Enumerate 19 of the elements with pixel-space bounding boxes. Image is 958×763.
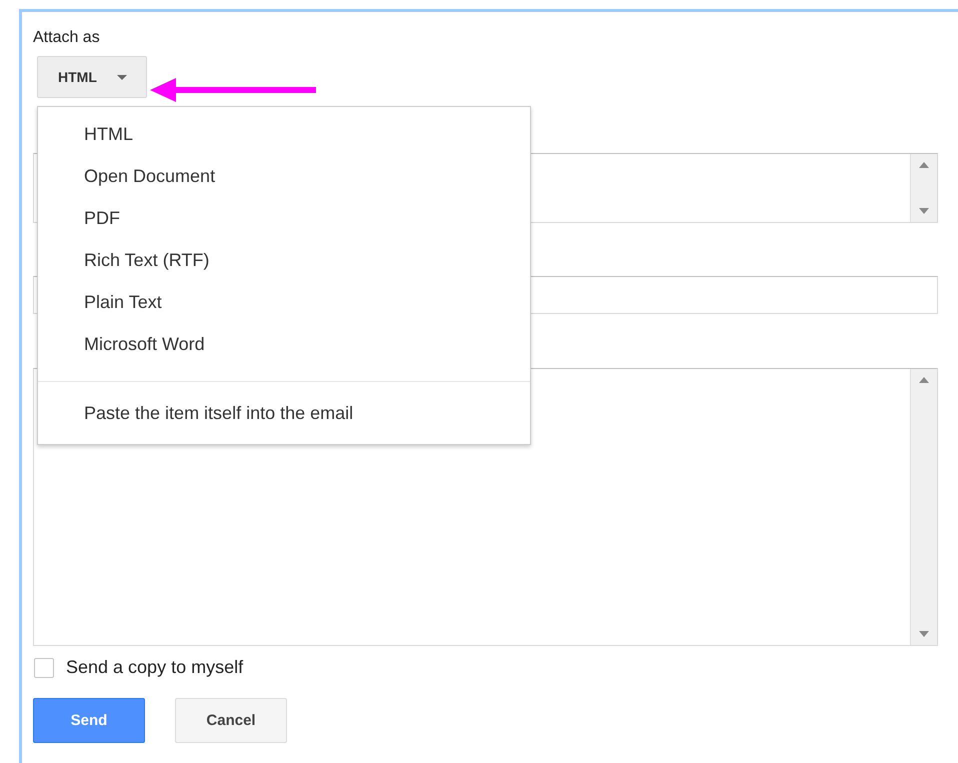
menu-item[interactable]: Paste the item itself into the email — [38, 392, 530, 434]
menu-item[interactable]: PDF — [38, 197, 530, 239]
cancel-button[interactable]: Cancel — [175, 698, 287, 743]
menu-item[interactable]: Plain Text — [38, 281, 530, 323]
menu-item[interactable]: Open Document — [38, 155, 530, 197]
caret-icon — [116, 74, 127, 80]
scrollbar[interactable] — [910, 369, 937, 645]
checkbox[interactable] — [34, 658, 54, 678]
menu-item[interactable]: Microsoft Word — [38, 323, 530, 365]
scroll-down-icon[interactable] — [919, 208, 929, 214]
menu-item[interactable]: HTML — [38, 113, 530, 155]
attach-as-label: Attach as — [33, 28, 101, 48]
format-dropdown[interactable]: HTML — [37, 56, 147, 98]
scroll-up-icon[interactable] — [919, 377, 929, 383]
send-copy-label: Send a copy to myself — [66, 657, 244, 678]
menu-item[interactable]: Rich Text (RTF) — [38, 239, 530, 281]
scroll-down-icon[interactable] — [919, 631, 929, 637]
scroll-up-icon[interactable] — [919, 162, 929, 168]
scrollbar[interactable] — [910, 154, 937, 222]
